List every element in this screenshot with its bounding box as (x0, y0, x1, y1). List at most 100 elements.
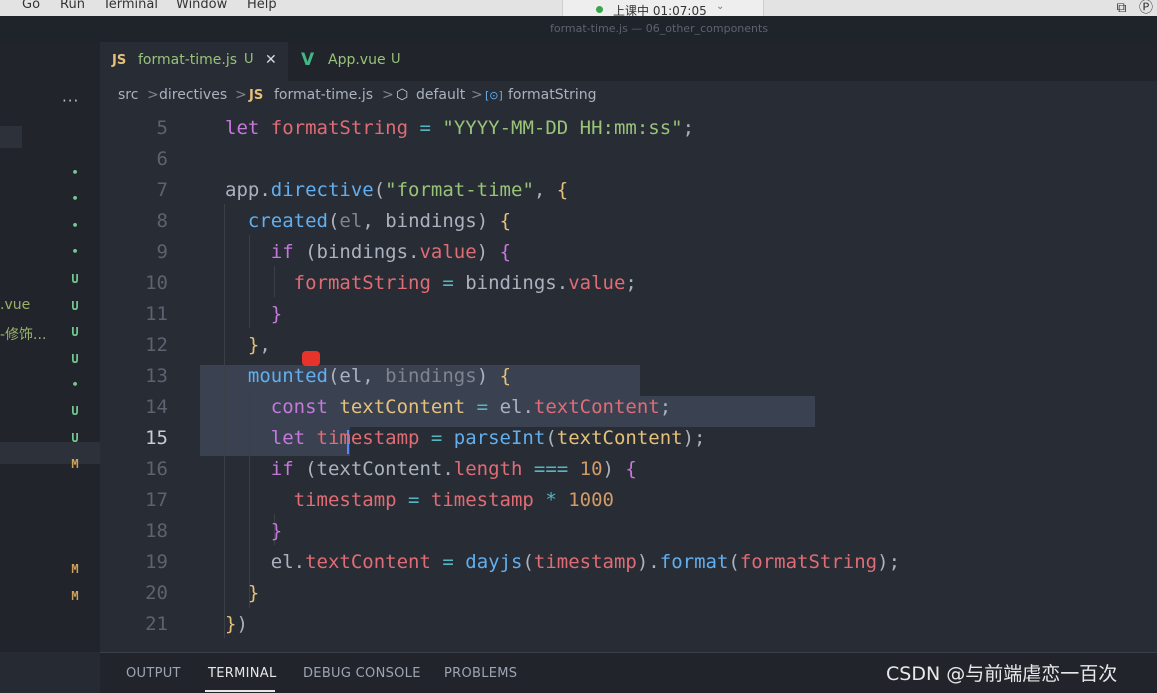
code-text: if (textContent.length === 10) { (225, 458, 637, 480)
code-text: }) (225, 613, 248, 635)
explorer-focused-row[interactable] (0, 126, 22, 148)
git-status-badge: U (71, 352, 79, 366)
explorer-sidebar: ··· .vue -修饰... • • • • U U U U • U U M … (0, 42, 100, 652)
code-text: app.directive("format-time", { (225, 179, 569, 201)
editor-tab-bar: JS format-time.js U ✕ V App.vue U (100, 42, 1157, 81)
more-actions-icon[interactable]: ··· (62, 92, 79, 110)
git-status-badge: U (71, 325, 79, 339)
git-status-badge: U (71, 431, 79, 445)
code-line[interactable]: 21}) (100, 609, 1157, 640)
code-text: let timestamp = parseInt(textContent); (225, 427, 706, 449)
code-line[interactable]: 11 } (100, 299, 1157, 330)
screen-share-icon[interactable]: ⧉ (1117, 0, 1127, 16)
git-status-badge: • (71, 192, 79, 205)
git-status-badge: M (71, 457, 79, 471)
vue-file-icon: V (301, 50, 315, 70)
code-text: }, (225, 334, 271, 356)
breadcrumb-separator: > (235, 87, 247, 103)
breadcrumb-symbol[interactable]: formatString (508, 87, 597, 103)
tab-problems[interactable]: PROBLEMS (444, 666, 517, 681)
code-line[interactable]: 9 if (bindings.value) { (100, 237, 1157, 268)
code-line[interactable]: 6 (100, 144, 1157, 175)
line-number: 8 (156, 210, 168, 232)
line-number: 12 (145, 334, 168, 356)
module-icon: ⬡ (396, 87, 409, 103)
tab-status: U (391, 52, 401, 67)
line-number: 6 (156, 148, 168, 170)
explorer-file-modifier[interactable]: -修饰... (0, 324, 46, 344)
git-status-badge: • (71, 245, 79, 258)
line-number: 21 (145, 613, 168, 635)
breadcrumb-separator: > (471, 87, 483, 103)
code-line[interactable]: 8 created(el, bindings) { (100, 206, 1157, 237)
code-line[interactable]: 20 } (100, 578, 1157, 609)
code-line[interactable]: 14 const textContent = el.textContent; (100, 392, 1157, 423)
line-number: 17 (145, 489, 168, 511)
close-icon[interactable]: ✕ (265, 52, 277, 68)
tab-debug-console[interactable]: DEBUG CONSOLE (303, 666, 421, 681)
tab-terminal[interactable]: TERMINAL (208, 666, 277, 681)
code-line[interactable]: 10 formatString = bindings.value; (100, 268, 1157, 299)
git-status-badge: U (71, 272, 79, 286)
line-number: 18 (145, 520, 168, 542)
git-status-badge: • (71, 166, 79, 179)
explorer-selected-row[interactable] (0, 442, 100, 464)
menu-help[interactable]: Help (247, 0, 277, 12)
code-text: if (bindings.value) { (225, 241, 512, 263)
tab-label: format-time.js (138, 52, 238, 68)
code-text: } (225, 520, 283, 542)
git-status-badge: M (71, 562, 79, 576)
breadcrumb-src[interactable]: src (118, 87, 138, 103)
menu-terminal[interactable]: Terminal (103, 0, 158, 12)
breadcrumb-default[interactable]: default (416, 87, 465, 103)
code-line[interactable]: 15 let timestamp = parseInt(textContent)… (100, 423, 1157, 454)
code-text: el.textContent = dayjs(timestamp).format… (225, 551, 901, 573)
p-icon[interactable]: Ⓟ (1139, 0, 1153, 16)
breadcrumb-directives[interactable]: directives (159, 87, 227, 103)
explorer-file-vue[interactable]: .vue (0, 297, 30, 313)
variable-symbol-icon: [⊙] (485, 89, 503, 102)
git-status-badge: • (71, 219, 79, 232)
line-number: 16 (145, 458, 168, 480)
code-text: formatString = bindings.value; (225, 272, 637, 294)
code-text: } (225, 582, 260, 604)
code-line[interactable]: 12 }, (100, 330, 1157, 361)
window-title: format-time.js — 06_other_components (550, 22, 769, 35)
breadcrumb-separator: > (147, 87, 159, 103)
code-text: created(el, bindings) { (247, 210, 512, 232)
line-number: 10 (145, 272, 168, 294)
breadcrumb: src > directives > JS format-time.js > ⬡… (100, 81, 1157, 110)
breadcrumb-separator: > (382, 87, 394, 103)
code-line[interactable]: 5 let formatString = "YYYY-MM-DD HH:mm:ss… (100, 113, 1157, 144)
menu-run[interactable]: Run (60, 0, 85, 12)
code-line[interactable]: 17 timestamp = timestamp * 1000 (100, 485, 1157, 516)
chevron-down-icon: ⌄ (716, 1, 725, 12)
tab-app-vue[interactable]: V App.vue U (288, 42, 428, 81)
menu-go[interactable]: Go (22, 0, 40, 12)
tab-output[interactable]: OUTPUT (126, 666, 181, 681)
breadcrumb-file[interactable]: format-time.js (274, 87, 373, 103)
tab-format-time[interactable]: JS format-time.js U ✕ (100, 42, 288, 81)
line-number: 9 (156, 241, 168, 263)
menu-window[interactable]: Window (176, 0, 227, 12)
line-number: 15 (145, 427, 168, 449)
line-number: 7 (156, 179, 168, 201)
git-status-badge: U (71, 404, 79, 418)
line-number: 20 (145, 582, 168, 604)
code-line[interactable]: 13 mounted(el, bindings) { (100, 361, 1157, 392)
csdn-watermark: CSDN @与前端虐恋一百次 (886, 663, 1118, 685)
code-line[interactable]: 19 el.textContent = dayjs(timestamp).for… (100, 547, 1157, 578)
js-file-icon: JS (112, 53, 127, 68)
menubar-status-icons: ⧉ Ⓟ (1117, 0, 1153, 17)
tab-status: U (244, 52, 254, 67)
line-number: 19 (145, 551, 168, 573)
code-line[interactable]: 16 if (textContent.length === 10) { (100, 454, 1157, 485)
git-status-badge: • (71, 378, 79, 391)
line-number: 5 (156, 117, 168, 139)
code-line[interactable]: 18 } (100, 516, 1157, 547)
tab-label: App.vue (328, 52, 386, 68)
code-line[interactable]: 7 app.directive("format-time", { (100, 175, 1157, 206)
line-number: 13 (145, 365, 168, 387)
js-file-icon: JS (249, 88, 264, 103)
code-editor[interactable]: 5 let formatString = "YYYY-MM-DD HH:mm:ss… (100, 110, 1157, 652)
